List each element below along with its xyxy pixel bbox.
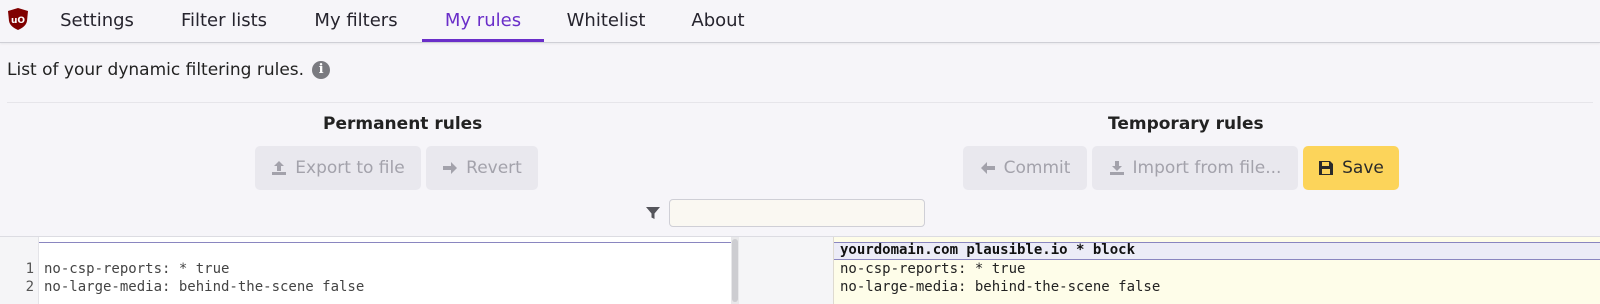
commit-label: Commit [1003, 158, 1071, 178]
floppy-disk-icon [1319, 161, 1334, 175]
commit-button[interactable]: Commit [963, 146, 1087, 190]
tab-my-rules[interactable]: My rules [422, 0, 544, 42]
temporary-rule-line: yourdomain.com plausible.io * block [840, 242, 1136, 258]
ublock-shield-icon[interactable]: uO [8, 8, 28, 30]
revert-button[interactable]: Revert [426, 146, 538, 190]
temporary-rules-title: Temporary rules [1108, 114, 1264, 134]
temporary-rule-line: no-csp-reports: * true [840, 261, 1026, 277]
permanent-rules-title: Permanent rules [323, 114, 483, 134]
tab-my-filters[interactable]: My filters [304, 0, 408, 42]
save-label: Save [1342, 158, 1384, 178]
permanent-scrollbar[interactable] [731, 237, 739, 304]
diff-gutter [739, 237, 833, 304]
tab-about[interactable]: About [682, 0, 754, 42]
svg-text:uO: uO [11, 16, 25, 26]
tab-settings[interactable]: Settings [50, 0, 144, 42]
permanent-rule-line: no-large-media: behind-the-scene false [44, 279, 365, 295]
permanent-rule-line: no-csp-reports: * true [44, 261, 230, 277]
page-description: List of your dynamic filtering rules. i [7, 60, 331, 80]
permanent-line-gutter: 1 2 [0, 237, 38, 304]
temporary-rule-line: no-large-media: behind-the-scene false [840, 279, 1161, 295]
line-number: 1 [25, 261, 34, 277]
arrow-left-icon [980, 162, 995, 174]
import-from-file-button[interactable]: Import from file... [1092, 146, 1298, 190]
save-button[interactable]: Save [1303, 146, 1399, 190]
revert-label: Revert [466, 158, 522, 178]
divider [7, 102, 1593, 103]
rules-filter-input[interactable] [669, 199, 925, 227]
arrow-right-icon [443, 162, 458, 174]
tab-filter-lists[interactable]: Filter lists [170, 0, 278, 42]
line-number: 2 [25, 279, 34, 295]
description-text: List of your dynamic filtering rules. [7, 60, 305, 80]
export-to-file-button[interactable]: Export to file [255, 146, 421, 190]
upload-icon [272, 161, 287, 175]
tab-whitelist[interactable]: Whitelist [558, 0, 654, 42]
export-label: Export to file [295, 158, 405, 178]
import-label: Import from file... [1132, 158, 1282, 178]
temporary-rules-editor[interactable]: yourdomain.com plausible.io * block no-c… [833, 237, 1600, 304]
rules-diff-editor: 1 2 no-csp-reports: * true no-large-medi… [0, 236, 1600, 304]
info-icon[interactable]: i [312, 61, 331, 79]
top-nav: uO Settings Filter lists My filters My r… [0, 0, 1600, 43]
download-icon [1109, 161, 1124, 175]
diff-gap-marker [39, 242, 731, 243]
filter-icon [646, 207, 660, 219]
